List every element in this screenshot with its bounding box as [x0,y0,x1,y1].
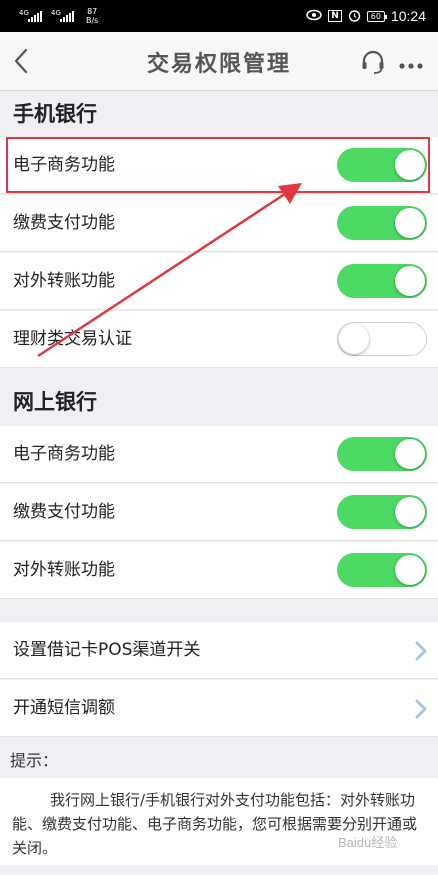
setting-row-mobile-transfer: 对外转账功能 [0,253,438,310]
status-bar: 4G 4G 87 B/s N 60 10:24 [0,0,438,32]
headset-icon[interactable] [360,49,386,75]
net-speed-unit: B/s [86,16,99,25]
status-time: 10:24 [390,8,426,24]
alarm-icon [348,9,361,24]
setting-label: 电子商务功能 [13,155,115,175]
toggle-switch[interactable] [337,322,427,356]
nav-bar: 交易权限管理 [0,32,438,91]
section-header-online-banking: 网上银行 [13,390,97,414]
toggle-knob [395,555,425,585]
signal-tag: 4G [19,8,29,17]
link-label: 设置借记卡POS渠道开关 [13,640,201,660]
toggle-knob [395,150,425,180]
toggle-knob [339,324,369,354]
toggle-switch[interactable] [337,206,427,240]
section-header-mobile-banking: 手机银行 [13,102,97,126]
setting-label: 电子商务功能 [13,444,115,464]
link-row-sms-limit[interactable]: 开通短信调额 [0,680,438,737]
link-label: 开通短信调额 [13,698,115,718]
chevron-right-icon [414,640,428,662]
toggle-knob [395,208,425,238]
setting-row-online-payment: 缴费支付功能 [0,484,438,541]
toggle-knob [395,266,425,296]
setting-label: 缴费支付功能 [13,502,115,522]
setting-label: 对外转账功能 [13,271,115,291]
signal-icon: 4G [19,9,42,22]
nfc-icon: N [328,10,342,22]
setting-label: 缴费支付功能 [13,213,115,233]
net-speed-value: 87 [87,7,98,16]
net-speed: 87 B/s [86,7,98,25]
toggle-switch[interactable] [337,264,427,298]
more-icon[interactable] [398,56,424,69]
link-row-pos-channel[interactable]: 设置借记卡POS渠道开关 [0,622,438,679]
signal-icon: 4G [51,9,74,22]
toggle-switch[interactable] [337,437,427,471]
toggle-switch[interactable] [337,148,427,182]
tip-body: 我行网上银行/手机银行对外支付功能包括：对外转账功能、缴费支付功能、电子商务功能… [0,778,438,865]
toggle-knob [395,497,425,527]
setting-row-mobile-payment: 缴费支付功能 [0,195,438,252]
eye-icon [306,9,322,23]
toggle-knob [395,439,425,469]
watermark: Baidu经验 [338,835,398,850]
setting-label: 对外转账功能 [13,560,115,580]
setting-label: 理财类交易认证 [13,329,132,349]
setting-row-mobile-wealth-auth: 理财类交易认证 [0,311,438,368]
tip-title: 提示： [10,751,59,770]
toggle-switch[interactable] [337,495,427,529]
chevron-right-icon [414,698,428,720]
toggle-switch[interactable] [337,553,427,587]
setting-row-online-ecommerce: 电子商务功能 [0,426,438,483]
battery-icon: 60 [366,10,388,22]
signal-tag: 4G [51,8,61,17]
setting-row-mobile-ecommerce: 电子商务功能 [0,137,438,194]
setting-row-online-transfer: 对外转账功能 [0,542,438,599]
